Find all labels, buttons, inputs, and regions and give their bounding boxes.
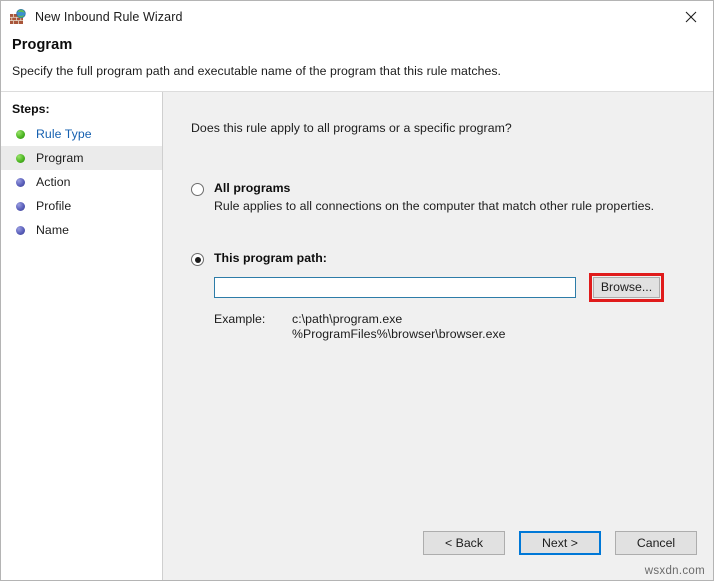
- radio-all-programs[interactable]: [191, 183, 204, 196]
- program-path-input[interactable]: [214, 277, 576, 298]
- example-line: c:\path\program.exe: [292, 312, 506, 327]
- example-line: %ProgramFiles%\browser\browser.exe: [292, 327, 506, 342]
- wizard-footer: < Back Next > Cancel wsxdn.com: [1, 504, 713, 580]
- sidebar-item-profile[interactable]: Profile: [1, 194, 162, 218]
- sidebar-item-label: Profile: [36, 199, 71, 213]
- wizard-content: Does this rule apply to all programs or …: [163, 92, 713, 504]
- close-icon[interactable]: [668, 1, 713, 32]
- window-title: New Inbound Rule Wizard: [35, 9, 183, 25]
- option-this-program-path[interactable]: This program path: Browse... Example: c:…: [191, 251, 713, 342]
- footer-button-group: < Back Next > Cancel: [163, 504, 713, 580]
- sidebar-item-action[interactable]: Action: [1, 170, 162, 194]
- sidebar-item-label: Action: [36, 175, 70, 189]
- page-header: Program Specify the full program path an…: [1, 32, 713, 92]
- option-all-programs[interactable]: All programs Rule applies to all connect…: [191, 181, 713, 213]
- example-block: Example: c:\path\program.exe %ProgramFil…: [214, 312, 713, 342]
- step-bullet-icon: [16, 154, 25, 163]
- browse-button[interactable]: Browse...: [593, 277, 660, 298]
- wizard-body: Steps: Rule Type Program Action Profile …: [1, 92, 713, 504]
- steps-sidebar: Steps: Rule Type Program Action Profile …: [1, 92, 163, 504]
- sidebar-item-name[interactable]: Name: [1, 218, 162, 242]
- sidebar-item-label: Rule Type: [36, 127, 92, 141]
- page-description: Specify the full program path and execut…: [12, 64, 703, 78]
- firewall-globe-icon: [9, 8, 27, 26]
- new-inbound-rule-wizard-window: New Inbound Rule Wizard Program Specify …: [0, 0, 714, 581]
- program-path-row: Browse...: [214, 273, 713, 302]
- option-this-program-path-label: This program path:: [214, 251, 327, 265]
- sidebar-item-label: Program: [36, 151, 84, 165]
- browse-button-highlight-annotation: Browse...: [589, 273, 664, 302]
- sidebar-item-label: Name: [36, 223, 69, 237]
- back-button[interactable]: < Back: [423, 531, 505, 555]
- next-button[interactable]: Next >: [519, 531, 601, 555]
- step-bullet-icon: [16, 226, 25, 235]
- sidebar-item-rule-type[interactable]: Rule Type: [1, 122, 162, 146]
- content-question: Does this rule apply to all programs or …: [191, 121, 713, 135]
- footer-sidebar-spacer: [1, 504, 163, 580]
- cancel-button[interactable]: Cancel: [615, 531, 697, 555]
- sidebar-item-program[interactable]: Program: [1, 146, 162, 170]
- option-all-programs-label: All programs: [214, 181, 290, 195]
- example-values: c:\path\program.exe %ProgramFiles%\brows…: [292, 312, 506, 342]
- step-bullet-icon: [16, 130, 25, 139]
- watermark: wsxdn.com: [645, 565, 705, 577]
- step-bullet-icon: [16, 202, 25, 211]
- page-title: Program: [12, 37, 703, 53]
- example-label: Example:: [214, 312, 292, 342]
- steps-heading: Steps:: [1, 102, 162, 122]
- step-bullet-icon: [16, 178, 25, 187]
- radio-this-program-path[interactable]: [191, 253, 204, 266]
- option-all-programs-description: Rule applies to all connections on the c…: [214, 199, 713, 213]
- title-bar: New Inbound Rule Wizard: [1, 1, 713, 32]
